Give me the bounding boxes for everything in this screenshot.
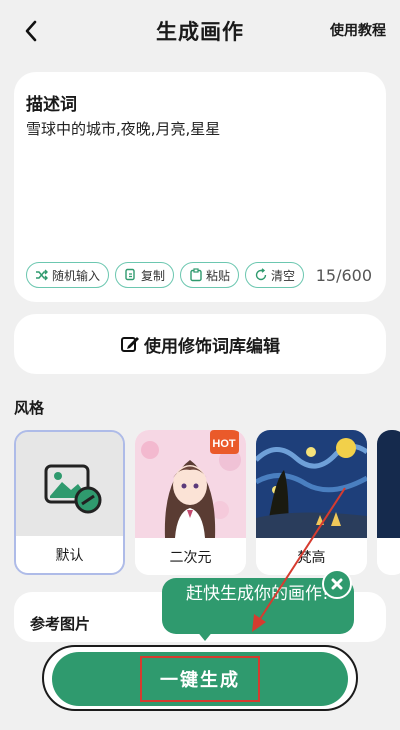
random-input-button[interactable]: 随机输入 <box>26 262 110 288</box>
style-caption-vangogh: 梵高 <box>256 538 367 575</box>
style-list: 默认 HOT 二次元 梵高 <box>14 430 400 575</box>
paste-button[interactable]: 粘贴 <box>180 262 240 288</box>
hot-badge-text: HOT <box>212 438 236 450</box>
back-button[interactable] <box>16 16 46 46</box>
style-item-more[interactable] <box>377 430 400 575</box>
generate-button[interactable]: 一键生成 <box>52 652 348 706</box>
generate-label: 一键生成 <box>140 656 260 702</box>
style-caption-more <box>377 538 400 575</box>
copy-icon <box>125 268 135 281</box>
paste-icon <box>190 268 202 282</box>
style-caption-anime: 二次元 <box>135 538 246 575</box>
back-arrow-icon <box>25 20 37 42</box>
header: 生成画作 使用教程 <box>0 0 400 62</box>
style-item-vangogh[interactable]: 梵高 <box>256 430 367 575</box>
paste-label: 粘贴 <box>206 268 231 283</box>
clear-button[interactable]: 清空 <box>245 262 305 288</box>
close-icon <box>331 578 343 590</box>
style-item-default[interactable]: 默认 <box>14 430 125 575</box>
tutorial-link[interactable]: 使用教程 <box>330 20 386 40</box>
copy-label: 复制 <box>141 268 166 283</box>
hot-badge: HOT <box>210 430 239 454</box>
character-counter: 15/600 <box>315 266 372 285</box>
description-input[interactable]: 雪球中的城市,夜晚,月亮,星星 <box>26 118 220 139</box>
vangogh-style-thumbnail <box>256 430 367 538</box>
tooltip-tail <box>196 630 214 641</box>
style-section-label: 风格 <box>14 399 45 417</box>
reference-label: 参考图片 <box>30 615 91 633</box>
description-tools: 随机输入 复制 粘贴 清空 <box>26 262 305 288</box>
shuffle-icon <box>36 269 48 281</box>
default-style-thumbnail <box>16 432 123 540</box>
image-placeholder-icon <box>44 464 102 514</box>
modifier-label: 使用修饰词库编辑 <box>144 336 280 357</box>
generate-bar: 一键生成 <box>42 645 358 711</box>
more-style-thumbnail <box>377 430 400 538</box>
random-input-label: 随机输入 <box>52 268 101 283</box>
refresh-icon <box>255 268 267 281</box>
modifier-library-button[interactable]: 使用修饰词库编辑 <box>14 314 386 374</box>
clear-label: 清空 <box>271 268 296 283</box>
copy-button[interactable]: 复制 <box>115 262 175 288</box>
style-item-anime[interactable]: HOT 二次元 <box>135 430 246 575</box>
style-caption-default: 默认 <box>16 536 123 573</box>
page-title: 生成画作 <box>156 20 244 44</box>
description-card: 描述词 雪球中的城市,夜晚,月亮,星星 随机输入 复制 粘贴 清空 15/600 <box>14 72 386 302</box>
edit-icon <box>121 337 139 352</box>
tooltip-close-button[interactable] <box>322 569 352 599</box>
description-label: 描述词 <box>26 95 77 115</box>
